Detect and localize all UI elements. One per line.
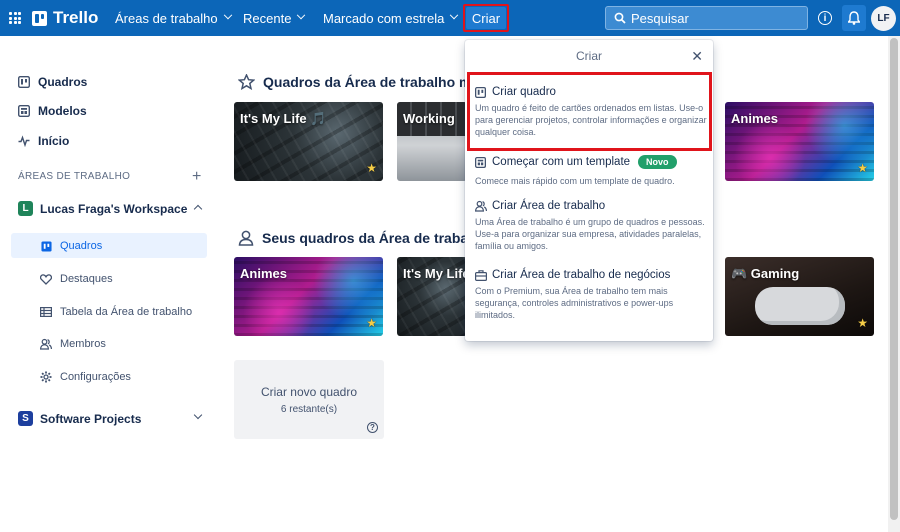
popover-title: Criar xyxy=(576,48,602,63)
starred-section-label: Quadros da Área de trabalho ma xyxy=(263,74,480,90)
star-icon[interactable]: ★ xyxy=(366,316,377,330)
chevron-down-icon xyxy=(450,10,459,20)
sidebar-item-workspace-table[interactable]: Tabela da Área de trabalho xyxy=(40,306,192,318)
create-board-label: Criar novo quadro xyxy=(260,385,358,399)
sidebar-item-label: Membros xyxy=(60,338,106,350)
board-tile[interactable]: Animes ★ xyxy=(234,257,383,336)
star-icon[interactable]: ★ xyxy=(366,161,377,175)
sidebar-item-settings[interactable]: Configurações xyxy=(40,371,131,383)
sidebar-item-label: Modelos xyxy=(38,104,87,118)
option-description: Comece mais rápido com um template de qu… xyxy=(475,176,675,186)
members-icon xyxy=(40,338,52,350)
info-icon[interactable]: i xyxy=(818,11,832,25)
sidebar-item-label: Tabela da Área de trabalho xyxy=(60,306,193,318)
sidebar-item-members[interactable]: Membros xyxy=(40,338,106,350)
create-button-label: Criar xyxy=(466,7,506,29)
sidebar-item-label: Quadros xyxy=(38,75,88,89)
scrollbar-thumb[interactable] xyxy=(890,38,898,520)
board-tile[interactable]: 🎮 Gaming ★ xyxy=(725,257,874,336)
search-input[interactable]: Pesquisar xyxy=(605,6,808,30)
create-business-workspace-option[interactable]: Criar Área de trabalho de negócios Com o… xyxy=(475,269,707,321)
search-placeholder: Pesquisar xyxy=(631,10,689,26)
chevron-down-icon xyxy=(223,10,232,20)
workspace-section-label: Seus quadros da Área de trabalh xyxy=(262,230,481,246)
person-icon xyxy=(238,230,254,246)
briefcase-icon xyxy=(475,269,487,281)
option-title: Começar com um template xyxy=(492,156,631,168)
new-badge: Novo xyxy=(638,155,677,169)
avatar[interactable]: LF xyxy=(871,6,896,31)
nav-workspaces-label: Áreas de trabalho xyxy=(115,10,218,26)
activity-icon xyxy=(18,135,30,147)
nav-workspaces-button[interactable]: Áreas de trabalho xyxy=(115,0,232,36)
workspace-badge: S xyxy=(18,411,33,426)
option-title: Criar Área de trabalho de negócios xyxy=(492,269,671,281)
sidebar-item-workspace-boards[interactable]: Quadros xyxy=(40,240,102,252)
board-title: It's My Life xyxy=(403,266,467,281)
gear-icon xyxy=(40,371,52,383)
star-icon[interactable]: ★ xyxy=(857,161,868,175)
option-title: Criar Área de trabalho xyxy=(492,200,606,212)
sidebar-item-label: Quadros xyxy=(60,240,103,252)
board-tile[interactable]: It's My Life 🎵 ★ xyxy=(234,102,383,181)
workspace-lucas[interactable]: L Lucas Fraga's Workspace xyxy=(18,201,187,216)
workspaces-section-label: ÁREAS DE TRABALHO xyxy=(18,171,131,182)
board-tile[interactable]: It's My Life xyxy=(397,257,467,336)
star-icon[interactable]: ★ xyxy=(857,316,868,330)
option-description: Uma Área de trabalho é um grupo de quadr… xyxy=(475,217,705,251)
table-icon xyxy=(40,307,52,317)
search-icon xyxy=(614,12,626,24)
template-option[interactable]: Começar com um template Novo Comece mais… xyxy=(475,155,707,187)
notifications-button[interactable] xyxy=(842,5,866,31)
workspace-badge: L xyxy=(18,201,33,216)
nav-starred-button[interactable]: Marcado com estrela xyxy=(323,0,459,36)
chevron-down-icon[interactable] xyxy=(193,410,203,420)
boards-remaining: 6 restante(s) xyxy=(280,404,338,415)
sidebar-item-home[interactable]: Início xyxy=(18,134,69,148)
board-icon xyxy=(40,240,52,252)
template-icon xyxy=(475,156,486,168)
template-icon xyxy=(18,105,30,117)
app-switcher-icon[interactable] xyxy=(9,12,21,24)
create-button[interactable]: Criar xyxy=(463,4,509,32)
add-workspace-icon[interactable]: + xyxy=(192,168,201,186)
trello-logo-icon xyxy=(32,10,47,26)
heart-icon xyxy=(40,273,52,285)
board-title: Animes xyxy=(731,111,778,126)
bell-icon xyxy=(848,11,860,25)
nav-starred-label: Marcado com estrela xyxy=(323,10,445,26)
board-title: It's My Life 🎵 xyxy=(240,111,327,126)
workspace-name: Lucas Fraga's Workspace xyxy=(40,201,188,216)
board-title: Working xyxy=(403,111,455,126)
close-icon[interactable]: ✕ xyxy=(691,48,703,65)
sidebar-item-boards[interactable]: Quadros xyxy=(18,75,87,89)
workspace-section-title: Seus quadros da Área de trabalh xyxy=(238,230,481,246)
board-title: Animes xyxy=(240,266,287,281)
trello-logo[interactable]: Trello xyxy=(32,8,98,28)
sidebar-item-label: Destaques xyxy=(60,273,113,285)
board-tile[interactable]: Animes ★ xyxy=(725,102,874,181)
sidebar-item-templates[interactable]: Modelos xyxy=(18,104,87,118)
board-tile[interactable]: Working xyxy=(397,102,467,181)
create-board-tile[interactable]: Criar novo quadro 6 restante(s) ? xyxy=(234,360,384,439)
chevron-up-icon[interactable] xyxy=(193,204,203,214)
starred-section-title: Quadros da Área de trabalho ma xyxy=(238,74,479,90)
highlight-outline xyxy=(467,72,712,151)
sidebar-item-highlights[interactable]: Destaques xyxy=(40,273,113,285)
sidebar-item-label: Início xyxy=(38,134,70,148)
nav-recent-label: Recente xyxy=(243,10,292,26)
nav-recent-button[interactable]: Recente xyxy=(243,0,306,36)
chevron-down-icon xyxy=(297,10,306,20)
board-title: 🎮 Gaming xyxy=(731,266,800,281)
board-icon xyxy=(18,76,30,88)
app-name: Trello xyxy=(53,8,99,27)
star-outline-icon xyxy=(238,74,255,90)
help-icon[interactable]: ? xyxy=(367,422,378,433)
workspace-name: Software Projects xyxy=(40,411,142,426)
members-icon xyxy=(475,200,487,212)
sidebar-item-label: Configurações xyxy=(60,371,131,383)
workspace-software-projects[interactable]: S Software Projects xyxy=(18,411,141,426)
create-workspace-option[interactable]: Criar Área de trabalho Uma Área de traba… xyxy=(475,200,707,252)
option-description: Com o Premium, sua Área de trabalho tem … xyxy=(475,286,674,320)
